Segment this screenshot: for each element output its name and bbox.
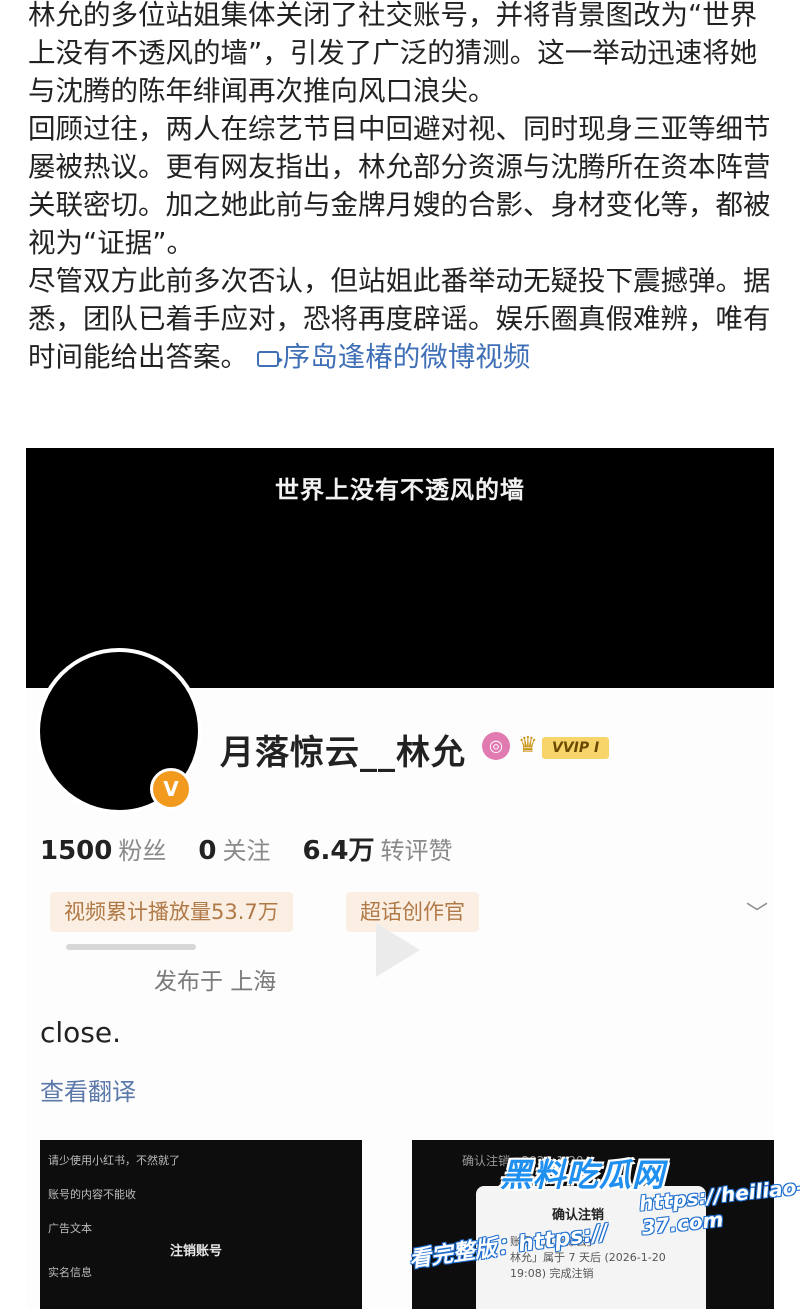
stat-followers[interactable]: 1500 粉丝 [40, 836, 198, 866]
stat-interactions[interactable]: 6.4万 转评赞 [302, 836, 484, 866]
thumbnail-1[interactable]: 请少使用小红书，不然就了 账号的内容不能收 广告文本 实名信息 注销账号 [40, 1140, 362, 1309]
play-icon[interactable] [376, 923, 420, 977]
thumb-line: 请少使用小红书，不然就了 [48, 1154, 180, 1167]
crown-icon: ♛ [518, 733, 538, 758]
translate-link[interactable]: 查看翻译 [40, 1072, 136, 1107]
video-link[interactable]: 序岛逢椿的微博视频 [256, 341, 531, 373]
vvip-tag: VVIP Ⅰ [542, 737, 610, 759]
stat-label: 关注 [222, 837, 271, 865]
stat-following[interactable]: 0 关注 [198, 836, 302, 866]
chevron-down-icon[interactable]: ﹀ [746, 896, 768, 928]
article-paragraph-1: 林允的多位站姐集体关闭了社交账号，并将背景图改为“世界上没有不透风的墙”，引发了… [28, 0, 758, 107]
article-body: 林允的多位站姐集体关闭了社交账号，并将背景图改为“世界上没有不透风的墙”，引发了… [28, 0, 778, 376]
verified-icon: V [150, 768, 192, 810]
stat-label: 转评赞 [380, 837, 453, 865]
post-text: close. [40, 1016, 122, 1049]
cover-text: 世界上没有不透风的墙 [275, 476, 525, 504]
thumb-line: 账号的内容不能收 [48, 1188, 136, 1201]
thumb-dialog-title: 注销账号 [170, 1244, 223, 1259]
watermark-brand: 黑料吃瓜网 [500, 1156, 666, 1194]
article-paragraph-2: 回顾过往，两人在综艺节目中回避对视、同时现身三亚等细节屡被热议。更有网友指出，林… [28, 113, 771, 259]
stat-label: 粉丝 [118, 837, 167, 865]
chip-video-plays[interactable]: 视频累计播放量53.7万 [50, 892, 293, 932]
profile-stats: 1500 粉丝 0 关注 6.4万 转评赞 [40, 830, 485, 867]
video-icon [256, 351, 283, 367]
blurred-text [66, 944, 196, 950]
stat-value: 1500 [40, 836, 113, 866]
thumb-line: 广告文本 [48, 1222, 92, 1235]
creator-badge-icon[interactable]: ◎ [482, 732, 510, 760]
article-paragraph-3: 尽管双方此前多次否认，但站姐此番举动无疑投下震撼弹。据悉，团队已着手应对，恐将再… [28, 262, 778, 376]
vvip-badge[interactable]: ♛ VVIP Ⅰ [518, 734, 628, 760]
thumb-line: 实名信息 [48, 1266, 92, 1279]
post-location: 发布于 上海 [154, 969, 277, 995]
stat-value: 6.4万 [302, 836, 375, 866]
stat-value: 0 [198, 836, 217, 866]
username: 月落惊云__林允 [220, 733, 466, 773]
video-link-label: 序岛逢椿的微博视频 [282, 341, 531, 373]
